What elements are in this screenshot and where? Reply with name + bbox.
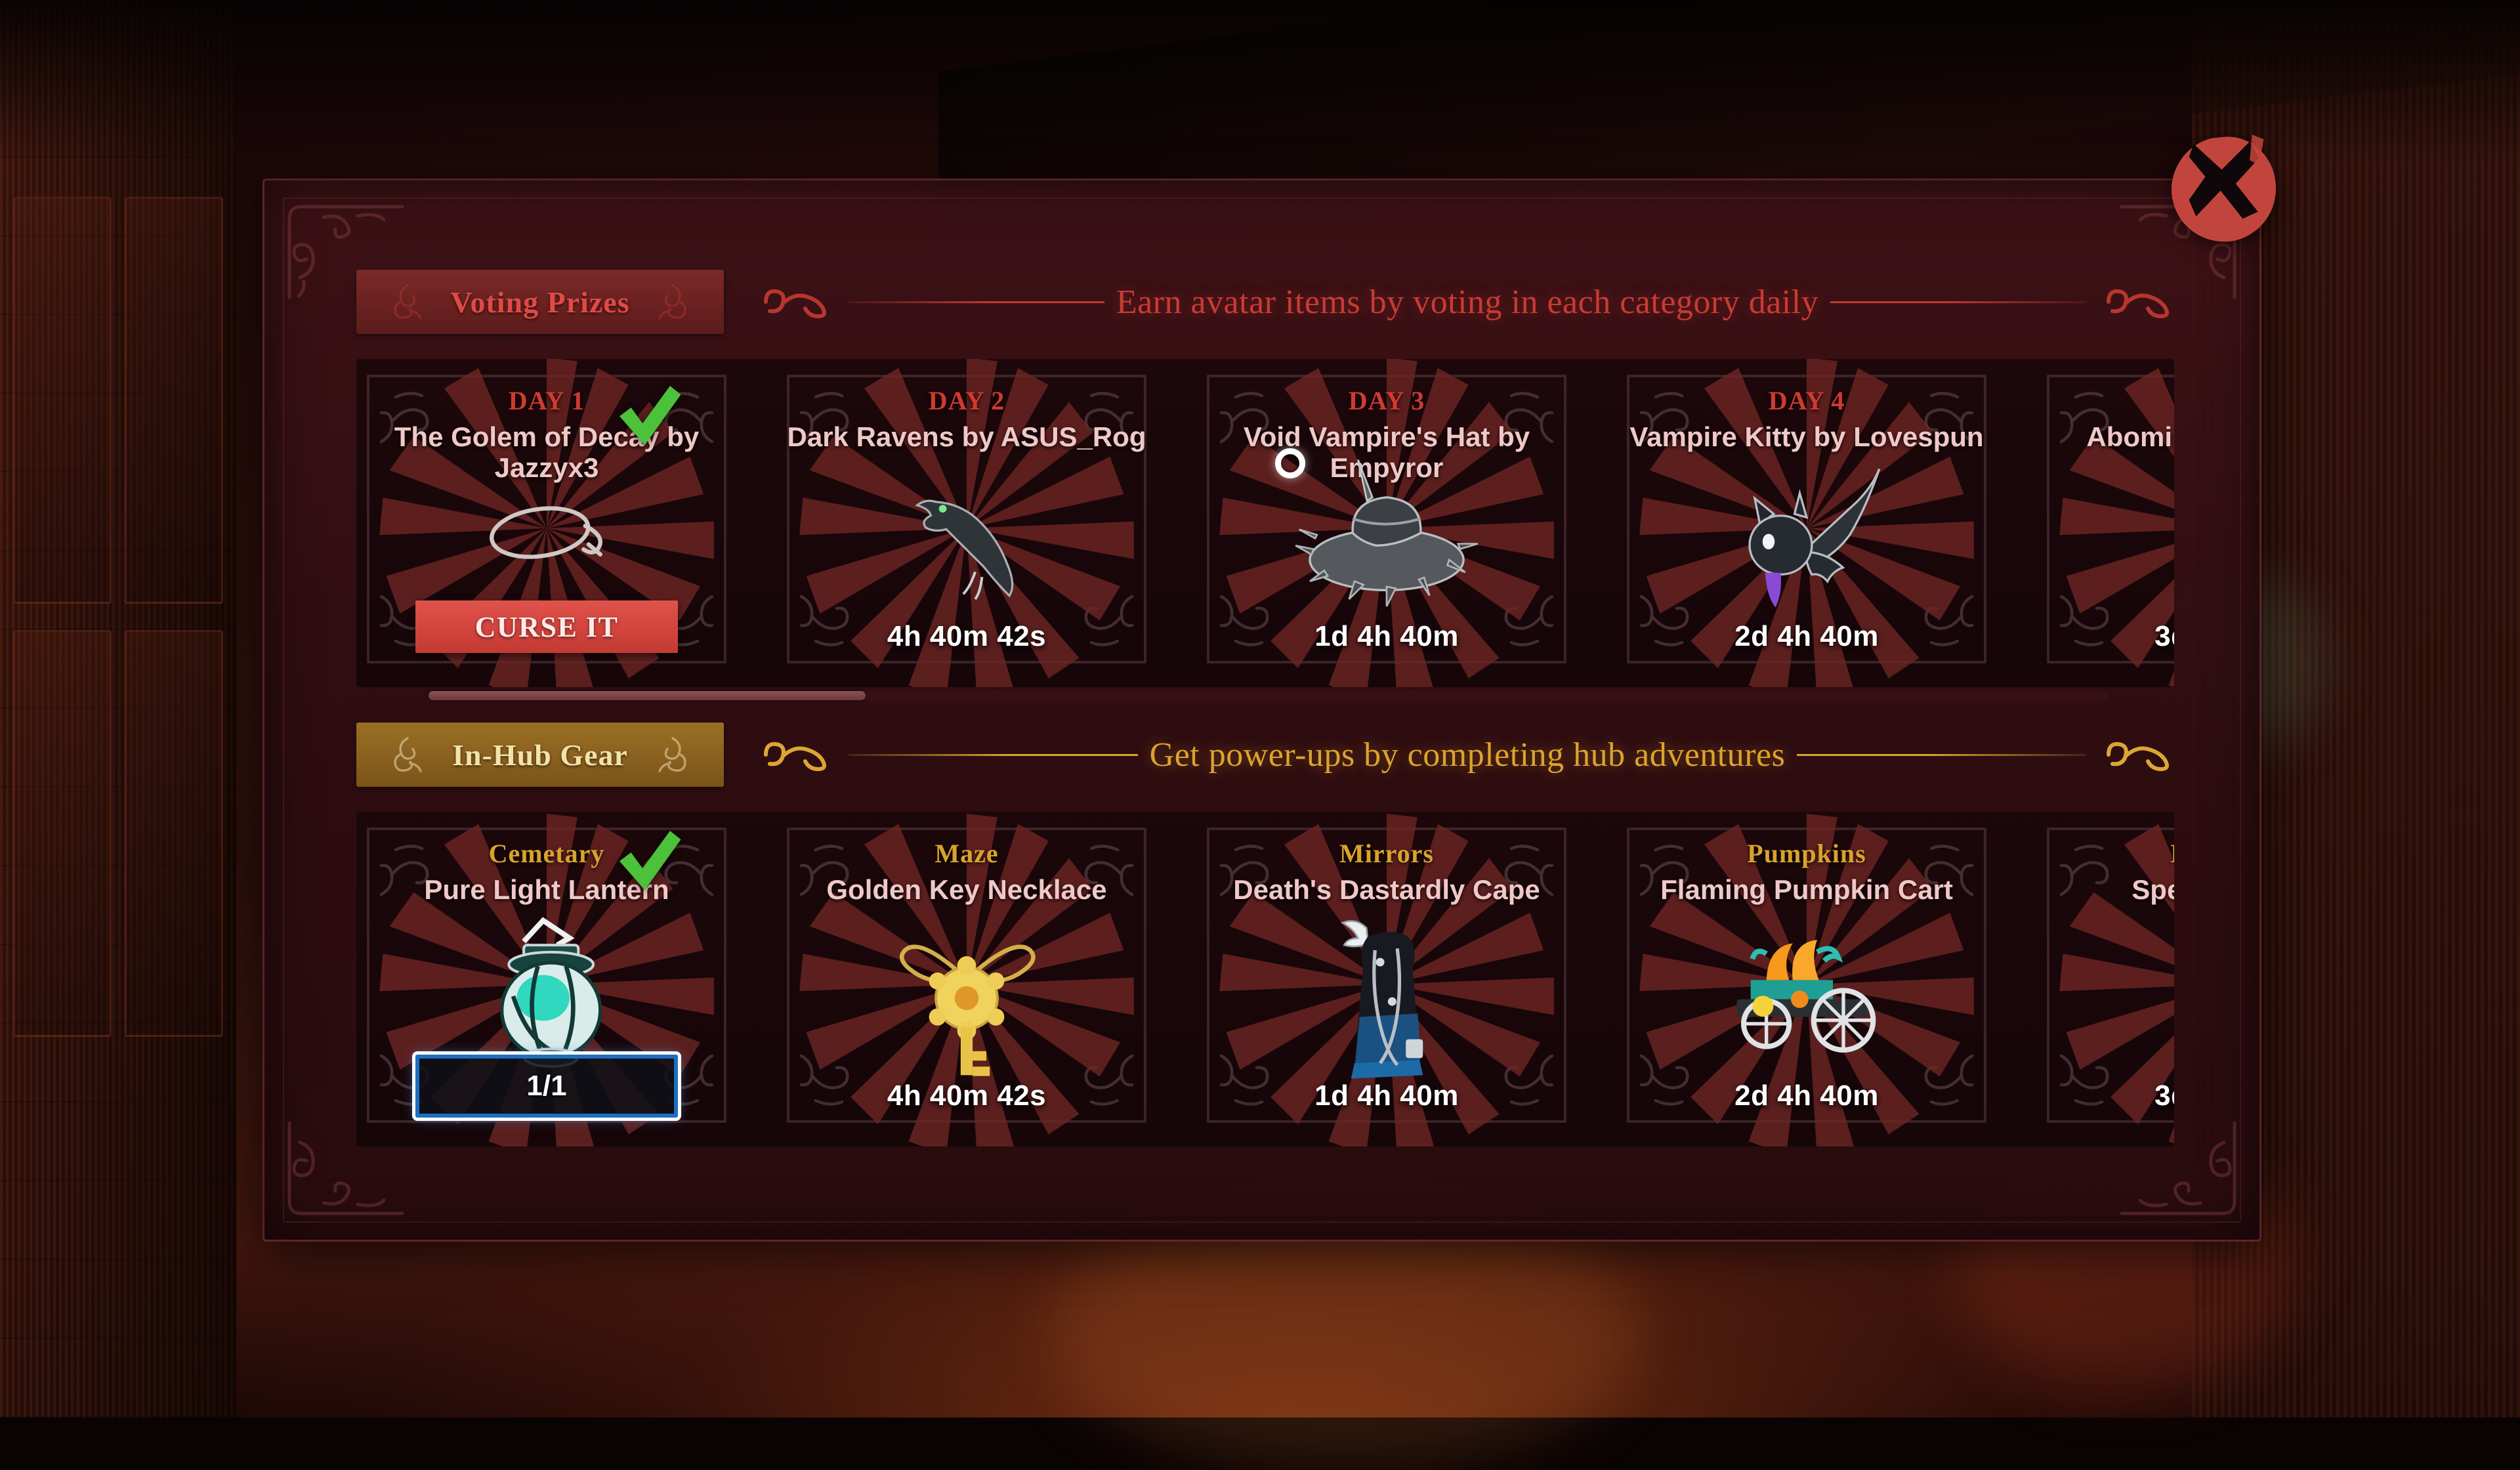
section-header-voting-prizes: Voting Prizes Earn avatar items by votin… xyxy=(356,266,2174,338)
card-footer: 1d 4h 40m xyxy=(1177,620,1597,653)
card-category-label: Maze xyxy=(934,838,998,869)
section-tab-label: In-Hub Gear xyxy=(452,738,628,772)
card-artwork xyxy=(1282,889,1492,1085)
in-hub-gear-card-rail[interactable]: Cemetary Pure Light Lantern xyxy=(356,812,2174,1146)
gear-count-label: 1/1 xyxy=(526,1070,566,1102)
card-footer: 2d 4h 40m xyxy=(1597,1080,2017,1112)
swirl-ornament-icon xyxy=(2103,282,2174,322)
card-footer: CURSE IT xyxy=(356,600,757,653)
card-category-label: DAY 3 xyxy=(1349,385,1425,416)
cape-icon xyxy=(1300,889,1474,1085)
gear-card[interactable]: Mirrors Death's Dastardly Cape xyxy=(1177,812,1597,1146)
rail-track: DAY 1 The Golem of Decay by Jazzyx3 xyxy=(356,359,2174,687)
card-timer: 1d 4h 40m xyxy=(1314,1080,1459,1112)
reward-card[interactable]: DAY 4 Vampire Kitty by Lovespun 2d 4h 40… xyxy=(1597,359,2017,687)
door-panel xyxy=(13,630,112,1037)
card-timer: 3d 4h 40m xyxy=(2154,1080,2174,1112)
selection-ring-indicator xyxy=(1275,448,1305,478)
gear-count-badge[interactable]: 1/1 xyxy=(415,1055,678,1118)
section-caption-rule: Get power-ups by completing hub adventur… xyxy=(849,736,2086,774)
bat-cat-icon xyxy=(1712,444,1902,618)
curse-it-button[interactable]: CURSE IT xyxy=(415,600,678,653)
swirl-ornament-icon xyxy=(2103,735,2174,774)
card-category-label: Pumpkins xyxy=(1747,838,1866,869)
rule-line-right xyxy=(1797,754,2086,756)
card-footer: 2d 4h 40m xyxy=(1597,620,2017,653)
gear-card[interactable]: Pumpkins Flaming Pumpkin Cart xyxy=(1597,812,2017,1146)
rule-line-left xyxy=(849,754,1138,756)
rewards-modal-panel: Voting Prizes Earn avatar items by votin… xyxy=(262,178,2261,1242)
voting-prizes-card-rail[interactable]: DAY 1 The Golem of Decay by Jazzyx3 xyxy=(356,359,2174,687)
card-footer: 4h 40m 42s xyxy=(757,620,1177,653)
card-timer: 4h 40m 42s xyxy=(887,620,1046,653)
door-panel xyxy=(13,197,112,604)
card-footer: 4h 40m 42s xyxy=(757,1080,1177,1112)
card-footer: 3d 4h 40m xyxy=(2017,1080,2174,1112)
card-footer: 1/1 xyxy=(356,1055,757,1118)
card-artwork xyxy=(2122,432,2174,629)
swirl-ornament-icon xyxy=(761,735,831,774)
card-category-label: DAY 1 xyxy=(509,385,585,416)
card-timer: 4h 40m 42s xyxy=(887,1080,1046,1112)
close-icon xyxy=(2172,135,2276,242)
section-caption-rule: Earn avatar items by voting in each cate… xyxy=(849,283,2086,322)
card-artwork xyxy=(862,432,1072,629)
card-timer: 2d 4h 40m xyxy=(1734,620,1879,653)
reward-card[interactable]: DAY 1 The Golem of Decay by Jazzyx3 xyxy=(356,359,757,687)
spiked-hat-icon xyxy=(1288,451,1485,612)
section-header-in-hub-gear: In-Hub Gear Get power-ups by completing … xyxy=(356,719,2174,791)
tab-ornament-icon xyxy=(653,282,692,322)
card-footer: 3d 4h 40m xyxy=(2017,620,2174,653)
unknown-icon xyxy=(2145,457,2174,605)
card-category-label: Mirrors xyxy=(1339,838,1434,869)
card-timer: 3d 4h 40m xyxy=(2154,620,2174,653)
door-panel xyxy=(125,630,223,1037)
noose-icon xyxy=(461,455,632,606)
golden-key-icon xyxy=(872,889,1062,1085)
card-category-label: Cemetary xyxy=(489,838,605,869)
swirl-ornament-icon xyxy=(761,282,831,322)
vignette-top xyxy=(0,0,2520,164)
tab-ornament-icon xyxy=(388,282,427,322)
card-timer: 1d 4h 40m xyxy=(1314,620,1459,653)
reward-card[interactable]: DAY 2 Dark Ravens by ASUS_Rog 4h 40m 42s xyxy=(757,359,1177,687)
reward-card[interactable]: DAY 3 Void Vampire's Hat by Empyror xyxy=(1177,359,1597,687)
section-caption: Get power-ups by completing hub adventur… xyxy=(1138,736,1797,774)
spectral-icon xyxy=(2141,910,2174,1064)
card-artwork xyxy=(2122,889,2174,1085)
reward-card[interactable]: DAY 5 Abominable Reveries 3d 4h 40m xyxy=(2017,359,2174,687)
door-panel xyxy=(125,197,223,604)
card-artwork xyxy=(1702,889,1912,1085)
section-tab-in-hub-gear[interactable]: In-Hub Gear xyxy=(356,723,724,787)
gear-card[interactable]: Cemetary Pure Light Lantern xyxy=(356,812,757,1146)
card-artwork xyxy=(862,889,1072,1085)
section-tab-label: Voting Prizes xyxy=(450,285,629,320)
card-category-label: DAY 2 xyxy=(929,385,1005,416)
gear-card[interactable]: Ealdritch Spectral Lamp 3d 4h 40m xyxy=(2017,812,2174,1146)
completed-check-icon xyxy=(612,824,684,896)
completed-check-icon xyxy=(612,379,684,451)
section-tab-voting-prizes[interactable]: Voting Prizes xyxy=(356,270,724,334)
tab-ornament-icon xyxy=(388,734,427,775)
card-category-label: Ealdritch xyxy=(2170,838,2174,869)
card-artwork xyxy=(1702,432,1912,629)
pumpkin-cart-icon xyxy=(1702,908,1912,1066)
card-artwork xyxy=(442,432,652,629)
rule-line-left xyxy=(849,301,1104,303)
rule-line-right xyxy=(1830,301,2086,303)
card-category-label: DAY 4 xyxy=(1769,385,1845,416)
rail-track: Cemetary Pure Light Lantern xyxy=(356,812,2174,1146)
scrollbar-thumb[interactable] xyxy=(429,691,866,700)
raven-icon xyxy=(881,446,1052,616)
card-timer: 2d 4h 40m xyxy=(1734,1080,1879,1112)
voting-prizes-scrollbar[interactable] xyxy=(429,691,2109,700)
section-caption: Earn avatar items by voting in each cate… xyxy=(1104,283,1830,322)
card-artwork xyxy=(1282,432,1492,629)
gear-card[interactable]: Maze Golden Key Necklace xyxy=(757,812,1177,1146)
card-footer: 1d 4h 40m xyxy=(1177,1080,1597,1112)
tab-ornament-icon xyxy=(653,734,692,775)
close-button[interactable] xyxy=(2166,130,2282,247)
